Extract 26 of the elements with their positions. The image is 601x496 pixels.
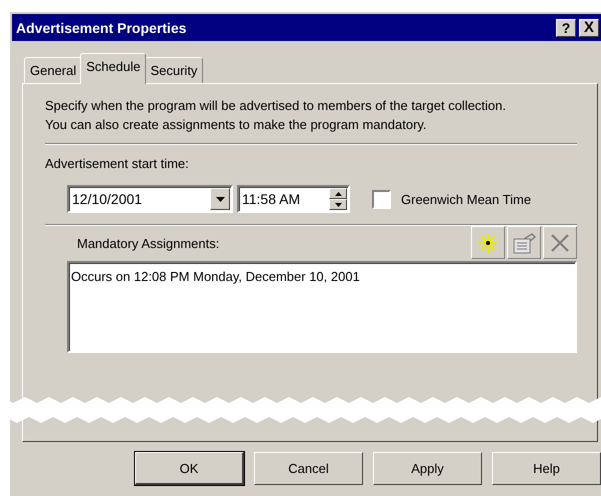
window-title: Advertisement Properties <box>16 20 188 36</box>
delete-icon <box>550 232 570 252</box>
gmt-checkbox[interactable] <box>372 190 391 208</box>
gmt-label: Greenwich Mean Time <box>401 192 532 206</box>
dialog-button[interactable]: Help <box>492 452 601 485</box>
spin-buttons[interactable] <box>329 188 347 210</box>
tab[interactable]: General <box>24 57 82 83</box>
new-button[interactable] <box>471 226 505 259</box>
dialog-button[interactable]: OK <box>135 452 244 485</box>
tab[interactable]: Schedule <box>80 53 146 84</box>
description-text: Specify when the program will be advertised to members of the target collection. You can also create assignments to make the program mandatory. <box>45 97 508 134</box>
dropdown-button[interactable] <box>210 188 230 210</box>
assignments-label: Mandatory Assignments: <box>77 236 220 251</box>
list-item[interactable]: Occurs on 12:08 PM Monday, December 10, 2001 <box>71 269 360 284</box>
date-field[interactable]: 12/10/2001 <box>67 185 233 213</box>
assignments-list[interactable]: Occurs on 12:08 PM Monday, December 10, 2001 <box>67 261 577 353</box>
start-time-label: Advertisement start time: <box>45 156 190 171</box>
help-button[interactable]: ? <box>556 18 576 36</box>
tab[interactable]: Security <box>144 57 204 83</box>
time-field[interactable]: 11:58 AM <box>237 185 350 213</box>
sparkle-icon <box>477 232 499 254</box>
close-button[interactable]: X <box>579 18 599 36</box>
properties-icon <box>512 232 536 254</box>
dialog-button[interactable]: Apply <box>373 452 482 485</box>
caret-icon <box>216 196 224 202</box>
dialog-button[interactable]: Cancel <box>254 452 364 485</box>
